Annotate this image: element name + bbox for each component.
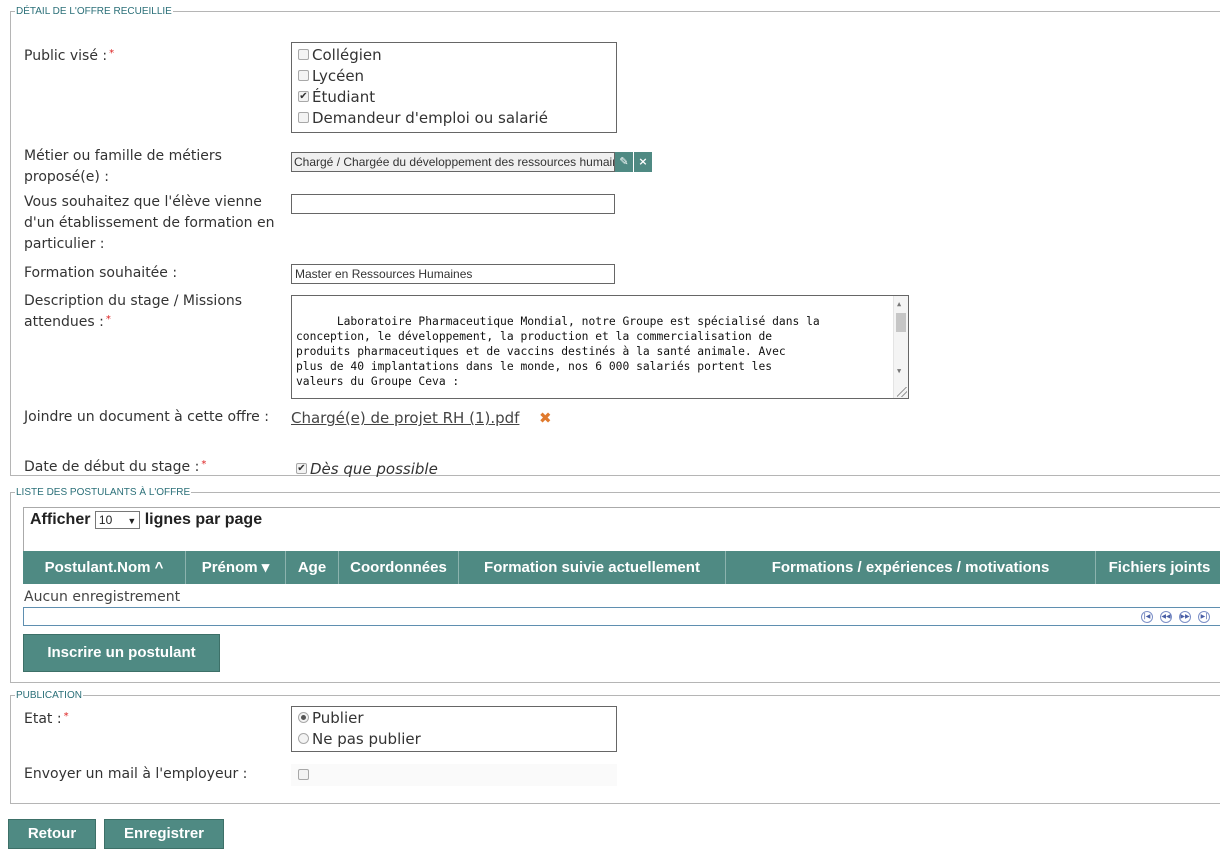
- page-size-control: Afficher 10 ▼ lignes par page: [30, 511, 263, 529]
- section-legend: PUBLICATION: [16, 690, 82, 701]
- pencil-icon[interactable]: ✎: [615, 152, 633, 172]
- col-prenom[interactable]: Prénom ▾: [186, 551, 286, 584]
- metier-label: Métier ou famille de métiers proposé(e) …: [24, 148, 222, 185]
- required-marker: *: [109, 48, 115, 59]
- section-legend: DÉTAIL DE L'OFFRE RECUEILLIE: [16, 6, 172, 17]
- checkbox-checked[interactable]: ✔: [298, 91, 309, 102]
- required-marker: *: [105, 314, 111, 325]
- table-footer: [23, 607, 1220, 626]
- table-header: Postulant.Nom ^ Prénom ▾ Age Coordonnées…: [23, 551, 1220, 584]
- public-option-collegien[interactable]: Collégien: [298, 45, 616, 66]
- checkbox[interactable]: [298, 112, 309, 123]
- description-textarea[interactable]: Laboratoire Pharmaceutique Mondial, notr…: [291, 295, 909, 399]
- scroll-up-icon[interactable]: ▲: [897, 297, 901, 312]
- offer-detail-section: DÉTAIL DE L'OFFRE RECUEILLIE Public visé…: [10, 6, 1220, 478]
- asap-option[interactable]: ✔ Dès que possible: [296, 460, 438, 478]
- date-debut-label: Date de début du stage : *: [24, 459, 207, 475]
- back-button[interactable]: Retour: [8, 819, 96, 849]
- etablissement-label: Vous souhaitez que l'élève vienne d'un é…: [24, 194, 275, 252]
- add-applicant-button[interactable]: Inscrire un postulant: [23, 634, 220, 672]
- checkbox[interactable]: [298, 70, 309, 81]
- next-page-icon[interactable]: ▶▶: [1179, 611, 1191, 623]
- etat-option-ne-pas-publier[interactable]: Ne pas publier: [298, 729, 616, 750]
- public-option-demandeur[interactable]: Demandeur d'emploi ou salarié: [298, 108, 616, 129]
- formation-label: Formation souhaitée :: [24, 265, 178, 281]
- public-option-lyceen[interactable]: Lycéen: [298, 66, 616, 87]
- save-button[interactable]: Enregistrer: [104, 819, 224, 849]
- metier-field[interactable]: Chargé / Chargée du développement des re…: [291, 152, 615, 172]
- publication-section: PUBLICATION Etat : * Publier Ne pas publi…: [10, 690, 1220, 804]
- first-page-icon[interactable]: |◀: [1141, 611, 1153, 623]
- checkbox-checked[interactable]: ✔: [296, 463, 307, 474]
- col-coordonnees[interactable]: Coordonnées: [339, 551, 459, 584]
- document-link[interactable]: Chargé(e) de projet RH (1).pdf: [291, 409, 519, 427]
- mail-checkbox-area: [291, 764, 617, 786]
- public-option-etudiant[interactable]: ✔ Étudiant: [298, 87, 616, 108]
- public-vise-listbox: Collégien Lycéen ✔ Étudiant Demandeur d'e…: [291, 42, 617, 133]
- prev-page-icon[interactable]: ◀◀: [1160, 611, 1172, 623]
- etat-option-publier[interactable]: Publier: [298, 708, 616, 729]
- scroll-thumb[interactable]: [896, 313, 906, 332]
- col-fichiers[interactable]: Fichiers joints: [1096, 551, 1220, 584]
- mail-checkbox[interactable]: [298, 768, 309, 780]
- empty-message: Aucun enregistrement: [24, 589, 181, 605]
- mail-label: Envoyer un mail à l'employeur :: [24, 766, 248, 782]
- resize-grip-icon[interactable]: [897, 387, 907, 397]
- required-marker: *: [201, 459, 207, 470]
- col-nom[interactable]: Postulant.Nom ^: [23, 551, 186, 584]
- textarea-scrollbar[interactable]: ▲ ▼: [893, 296, 908, 398]
- delete-x-icon[interactable]: ✖: [539, 409, 552, 427]
- radio[interactable]: [298, 733, 309, 744]
- public-vise-label: Public visé : *: [24, 48, 115, 64]
- document-label: Joindre un document à cette offre :: [24, 409, 269, 425]
- close-icon[interactable]: ×: [634, 152, 652, 172]
- pager: |◀ ◀◀ ▶▶ ▶|: [1134, 609, 1210, 625]
- col-experiences[interactable]: Formations / expériences / motivations: [726, 551, 1096, 584]
- required-marker: *: [63, 711, 69, 722]
- etablissement-input[interactable]: [291, 194, 615, 214]
- col-formation[interactable]: Formation suivie actuellement: [459, 551, 726, 584]
- chevron-down-icon: ▼: [127, 516, 137, 526]
- etat-radio-group: Publier Ne pas publier: [291, 706, 617, 752]
- col-age[interactable]: Age: [286, 551, 339, 584]
- page-size-select[interactable]: 10 ▼: [94, 511, 141, 529]
- formation-input[interactable]: Master en Ressources Humaines: [291, 264, 615, 284]
- radio-selected[interactable]: [298, 712, 309, 723]
- etat-label: Etat : *: [24, 711, 69, 727]
- scroll-down-icon[interactable]: ▼: [897, 364, 901, 379]
- description-label: Description du stage / Missions attendue…: [24, 293, 243, 330]
- section-legend: LISTE DES POSTULANTS À L'OFFRE: [16, 487, 191, 498]
- checkbox[interactable]: [298, 49, 309, 60]
- description-text: Laboratoire Pharmaceutique Mondial, notr…: [296, 315, 820, 388]
- last-page-icon[interactable]: ▶|: [1198, 611, 1210, 623]
